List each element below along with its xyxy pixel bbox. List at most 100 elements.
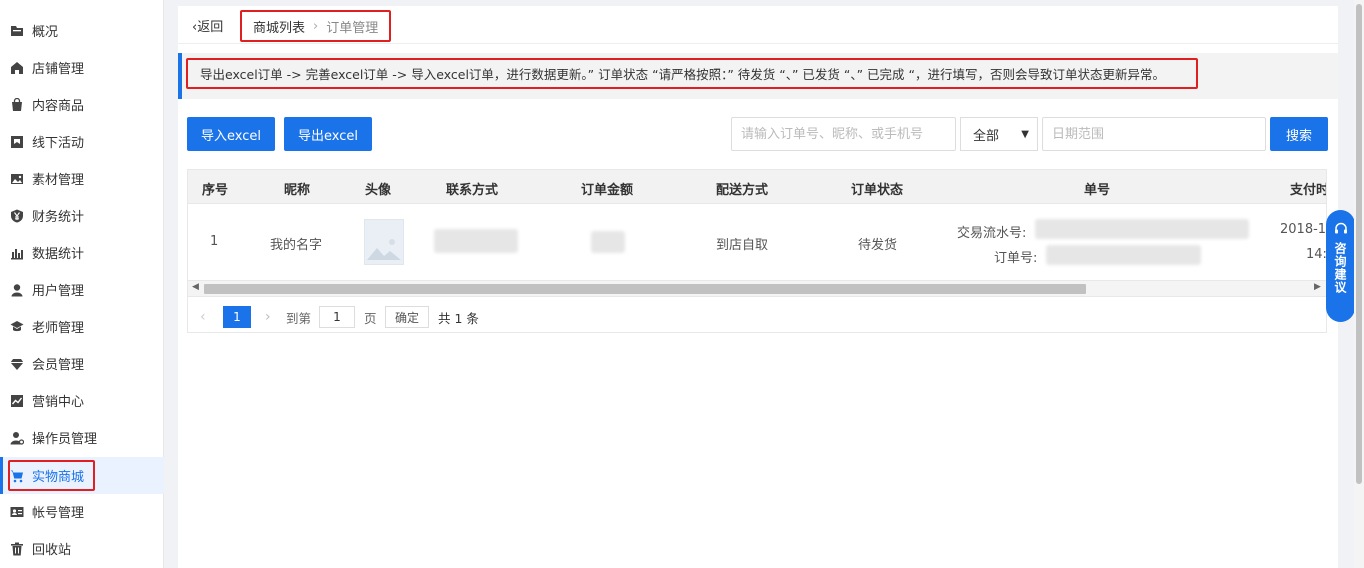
back-button[interactable]: ‹返回 bbox=[192, 16, 223, 35]
sidebar-item-overview[interactable]: 概况 bbox=[0, 12, 164, 49]
cell-status: 待发货 bbox=[858, 238, 898, 253]
export-excel-button[interactable]: 导出excel bbox=[284, 117, 372, 151]
breadcrumb: 商城列表 › 订单管理 bbox=[240, 10, 392, 42]
notice-banner: 导出excel订单 -> 完善excel订单 -> 导入excel订单，进行数据… bbox=[178, 53, 1338, 99]
sidebar-item-physical-mall[interactable]: 实物商城 bbox=[0, 457, 164, 494]
cell-order-label: 订单号: bbox=[994, 251, 1038, 266]
breadcrumb-mall-list[interactable]: 商城列表 bbox=[253, 17, 305, 36]
import-excel-button[interactable]: 导入excel bbox=[187, 117, 275, 151]
status-select[interactable]: 全部 ▼ bbox=[960, 117, 1038, 151]
operator-icon bbox=[10, 431, 24, 445]
pagination: ‹ 1 › 到第 页 确定 共 1 条 bbox=[188, 302, 1326, 332]
col-amount: 订单金额 bbox=[581, 183, 634, 198]
id-card-icon bbox=[10, 505, 24, 519]
sidebar-item-label: 营销中心 bbox=[32, 395, 85, 410]
caret-down-icon: ▼ bbox=[1021, 129, 1029, 140]
scroll-right-icon[interactable]: ▶ bbox=[1314, 282, 1321, 292]
sidebar-item-users[interactable]: 用户管理 bbox=[0, 271, 164, 308]
page-jump-input[interactable] bbox=[319, 306, 355, 328]
search-input[interactable] bbox=[731, 117, 956, 151]
redacted-txn-no bbox=[1035, 219, 1249, 239]
cell-txn-label: 交易流水号: bbox=[957, 226, 1027, 241]
sidebar-item-operators[interactable]: 操作员管理 bbox=[0, 419, 164, 456]
cell-pay-date: 2018-1 bbox=[1280, 222, 1327, 237]
table-row: 1 我的名字 到店自取 待发货 交易流水号: 订单号: 2018-1 14:28 bbox=[188, 205, 1327, 281]
scroll-left-icon[interactable]: ◀ bbox=[192, 282, 199, 292]
sidebar-item-label: 财务统计 bbox=[32, 210, 85, 225]
cell-nickname: 我的名字 bbox=[270, 238, 323, 253]
page-current[interactable]: 1 bbox=[223, 306, 251, 328]
graduation-cap-icon bbox=[10, 320, 24, 334]
page-unit-label: 页 bbox=[364, 310, 377, 326]
top-bar: ‹返回 商城列表 › 订单管理 bbox=[178, 6, 1338, 44]
sidebar-item-label: 实物商城 bbox=[32, 470, 85, 485]
folder-icon bbox=[10, 24, 24, 38]
date-range-input[interactable] bbox=[1042, 117, 1266, 151]
search-button[interactable]: 搜索 bbox=[1270, 117, 1328, 151]
sidebar-item-content[interactable]: 内容商品 bbox=[0, 86, 164, 123]
trash-icon bbox=[10, 542, 24, 556]
sidebar-item-label: 老师管理 bbox=[32, 321, 85, 336]
breadcrumb-order-management: 订单管理 bbox=[326, 20, 379, 36]
consult-label: 咨询建议 bbox=[1333, 242, 1347, 294]
sidebar-item-label: 线下活动 bbox=[32, 136, 85, 151]
orders-table: 序号 昵称 头像 联系方式 订单金额 配送方式 订单状态 单号 支付时 1 我的… bbox=[187, 169, 1327, 333]
image-icon bbox=[10, 172, 24, 186]
sidebar-item-offline[interactable]: 线下活动 bbox=[0, 123, 164, 160]
sidebar: 概况 店铺管理 内容商品 线下活动 素材管理 财务统计 数据统计 用户管理 老师… bbox=[0, 0, 164, 568]
sidebar-item-label: 数据统计 bbox=[32, 247, 85, 262]
goto-label: 到第 bbox=[286, 310, 312, 326]
sidebar-item-material[interactable]: 素材管理 bbox=[0, 160, 164, 197]
confirm-page-button[interactable]: 确定 bbox=[385, 306, 429, 328]
headset-icon bbox=[1334, 222, 1347, 234]
sidebar-item-finance[interactable]: 财务统计 bbox=[0, 197, 164, 234]
user-icon bbox=[10, 283, 24, 297]
notice-text: 导出excel订单 -> 完善excel订单 -> 导入excel订单，进行数据… bbox=[186, 58, 1198, 89]
scroll-thumb[interactable] bbox=[204, 284, 1086, 294]
col-index: 序号 bbox=[202, 183, 229, 198]
col-status: 订单状态 bbox=[851, 183, 904, 198]
col-delivery: 配送方式 bbox=[716, 183, 769, 198]
sidebar-item-recycle-bin[interactable]: 回收站 bbox=[0, 530, 164, 567]
page-scroll-thumb[interactable] bbox=[1356, 4, 1362, 484]
bag-icon bbox=[10, 97, 24, 112]
cell-pay-time: 14:28 bbox=[1306, 247, 1327, 262]
redacted-contact bbox=[434, 229, 518, 253]
trend-icon bbox=[10, 394, 24, 408]
col-contact: 联系方式 bbox=[446, 183, 499, 198]
cell-delivery: 到店自取 bbox=[716, 238, 769, 253]
sidebar-item-marketing[interactable]: 营销中心 bbox=[0, 382, 164, 419]
prev-page-icon[interactable]: ‹ bbox=[200, 309, 206, 325]
col-nickname: 昵称 bbox=[284, 183, 311, 198]
sidebar-item-label: 会员管理 bbox=[32, 358, 85, 373]
page-scrollbar[interactable] bbox=[1354, 0, 1364, 568]
horizontal-scrollbar[interactable]: ◀ ▶ bbox=[188, 281, 1326, 297]
flag-icon bbox=[10, 135, 24, 149]
consult-button[interactable]: 咨询建议 bbox=[1326, 210, 1355, 322]
table-header: 序号 昵称 头像 联系方式 订单金额 配送方式 订单状态 单号 支付时 bbox=[188, 170, 1327, 204]
col-order-no: 单号 bbox=[1084, 183, 1111, 198]
col-pay-time: 支付时 bbox=[1290, 183, 1327, 198]
home-icon bbox=[10, 61, 24, 75]
sidebar-item-data[interactable]: 数据统计 bbox=[0, 234, 164, 271]
image-placeholder-icon bbox=[367, 239, 401, 260]
main-panel: ‹返回 商城列表 › 订单管理 导出excel订单 -> 完善excel订单 -… bbox=[178, 6, 1338, 568]
redacted-amount bbox=[591, 231, 625, 253]
sidebar-item-label: 操作员管理 bbox=[32, 432, 98, 447]
redacted-order-no bbox=[1046, 245, 1201, 265]
sidebar-item-label: 内容商品 bbox=[32, 99, 85, 114]
sidebar-item-members[interactable]: 会员管理 bbox=[0, 345, 164, 382]
sidebar-item-teachers[interactable]: 老师管理 bbox=[0, 308, 164, 345]
col-avatar: 头像 bbox=[365, 183, 392, 198]
sidebar-item-accounts[interactable]: 帐号管理 bbox=[0, 493, 164, 530]
sidebar-item-label: 素材管理 bbox=[32, 173, 85, 188]
chevron-right-icon: › bbox=[313, 18, 319, 34]
cell-index: 1 bbox=[210, 234, 219, 249]
sidebar-item-label: 帐号管理 bbox=[32, 506, 85, 521]
sidebar-item-store[interactable]: 店铺管理 bbox=[0, 49, 164, 86]
next-page-icon[interactable]: › bbox=[265, 309, 271, 325]
sidebar-item-label: 店铺管理 bbox=[32, 62, 85, 77]
yen-icon bbox=[10, 209, 24, 223]
sidebar-item-label: 用户管理 bbox=[32, 284, 85, 299]
diamond-icon bbox=[10, 357, 24, 371]
